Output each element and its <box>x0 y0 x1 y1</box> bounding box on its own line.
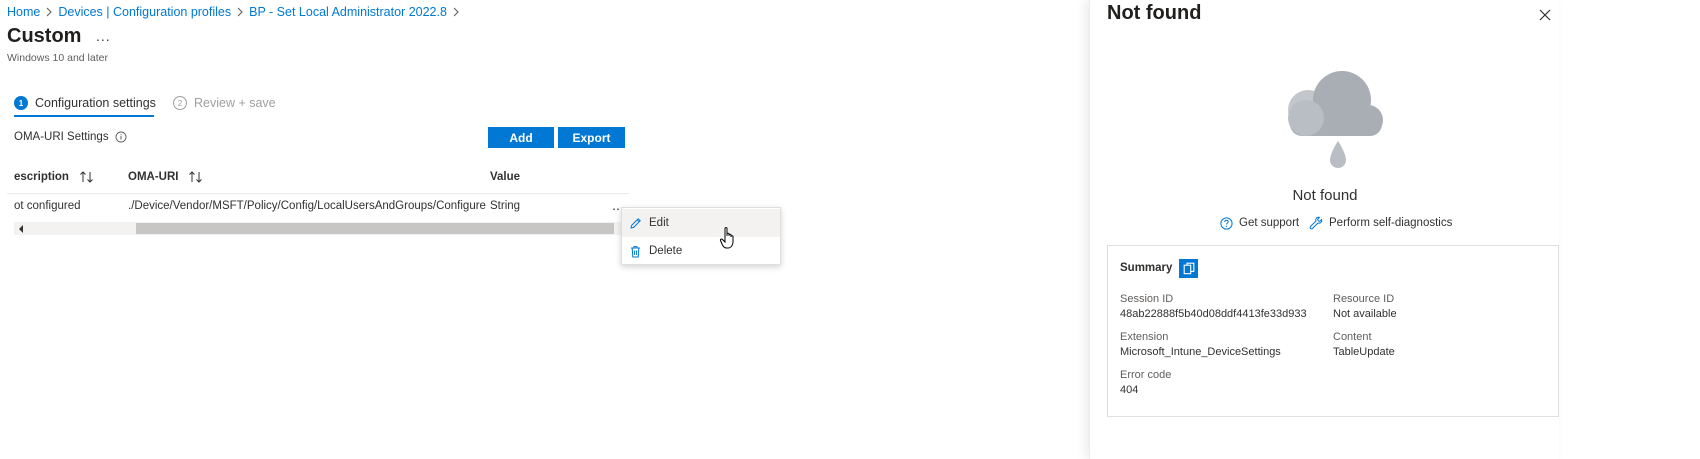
summary-title: Summary <box>1120 262 1173 274</box>
step-label: Review + save <box>194 96 276 110</box>
menu-item-label: Edit <box>649 217 669 229</box>
table-cell-value: String <box>490 200 521 212</box>
column-header-description[interactable]: escription <box>14 171 95 183</box>
summary-box: Summary Session ID 48ab22888f5b40d08ddf4… <box>1107 245 1559 417</box>
close-icon[interactable] <box>1538 8 1552 22</box>
wrench-icon <box>1309 216 1323 230</box>
info-icon[interactable] <box>115 131 127 143</box>
step-number-badge: 2 <box>173 96 187 110</box>
sort-icon <box>80 171 93 183</box>
error-code-label: Error code <box>1120 369 1172 381</box>
column-header-value: Value <box>490 171 520 183</box>
copy-button[interactable] <box>1179 259 1198 278</box>
table-cell-description: ot configured <box>14 200 81 212</box>
oma-uri-settings-text: OMA-URI Settings <box>14 131 109 143</box>
context-menu: Edit Delete <box>621 207 781 265</box>
step-label: Configuration settings <box>35 96 156 110</box>
breadcrumb-profile[interactable]: BP - Set Local Administrator 2022.8 <box>249 5 447 19</box>
panel-title: Not found <box>1107 2 1202 24</box>
cloud-rain-icon <box>1288 71 1383 168</box>
tab-configuration-settings[interactable]: 1 Configuration settings <box>14 94 156 112</box>
content-label: Content <box>1333 331 1372 343</box>
scrollbar-thumb[interactable] <box>136 223 614 234</box>
content-value: TableUpdate <box>1333 346 1395 358</box>
active-tab-indicator <box>14 115 154 117</box>
get-support-label: Get support <box>1239 217 1300 229</box>
menu-item-delete[interactable]: Delete <box>622 237 780 265</box>
column-header-label: OMA-URI <box>128 171 179 183</box>
resource-id-value: Not available <box>1333 308 1397 320</box>
step-number-badge: 1 <box>14 96 28 110</box>
page-title: Custom <box>7 25 82 47</box>
scroll-left-icon[interactable] <box>17 224 25 234</box>
session-id-value: 48ab22888f5b40d08ddf4413fe33d933 <box>1120 308 1307 320</box>
self-diagnostics-label: Perform self-diagnostics <box>1329 217 1453 229</box>
trash-icon <box>631 245 640 257</box>
table-cell-oma-uri: ./Device/Vendor/MSFT/Policy/Config/Local… <box>128 200 486 212</box>
self-diagnostics-link[interactable]: Perform self-diagnostics <box>1309 215 1452 231</box>
column-header-oma-uri[interactable]: OMA-URI <box>128 171 204 183</box>
column-header-label: Value <box>490 171 521 183</box>
breadcrumb-configuration-profiles[interactable]: Devices | Configuration profiles <box>58 5 231 19</box>
column-header-label: escription <box>14 171 69 183</box>
chevron-right-icon <box>231 5 249 19</box>
menu-item-edit[interactable]: Edit <box>622 209 780 237</box>
oma-uri-settings-label: OMA-URI Settings <box>14 131 127 143</box>
extension-label: Extension <box>1120 331 1169 343</box>
copy-icon <box>1183 262 1194 275</box>
sort-icon <box>189 171 203 183</box>
session-id-label: Session ID <box>1120 293 1174 305</box>
resource-id-label: Resource ID <box>1333 293 1395 305</box>
breadcrumb: Home Devices | Configuration profiles BP… <box>7 3 465 21</box>
hand-cursor-icon <box>719 227 734 249</box>
page-subtitle: Windows 10 and later <box>7 52 108 64</box>
tab-review-save[interactable]: 2 Review + save <box>173 94 276 112</box>
table-divider <box>7 193 629 194</box>
not-found-message: Not found <box>1292 187 1358 204</box>
page-more-button[interactable]: ... <box>96 28 111 44</box>
menu-item-label: Delete <box>649 245 683 257</box>
add-button[interactable]: Add <box>488 127 554 148</box>
not-found-panel: Not found Not found Get support Perform … <box>1089 0 1559 459</box>
error-code-value: 404 <box>1120 384 1139 396</box>
breadcrumb-home[interactable]: Home <box>7 5 40 19</box>
export-button[interactable]: Export <box>558 127 625 148</box>
chevron-right-icon <box>40 5 58 19</box>
extension-value: Microsoft_Intune_DeviceSettings <box>1120 346 1281 358</box>
get-support-link[interactable]: Get support <box>1220 215 1299 231</box>
chevron-right-icon <box>447 5 465 19</box>
pencil-icon <box>630 217 641 229</box>
question-icon <box>1220 216 1233 230</box>
